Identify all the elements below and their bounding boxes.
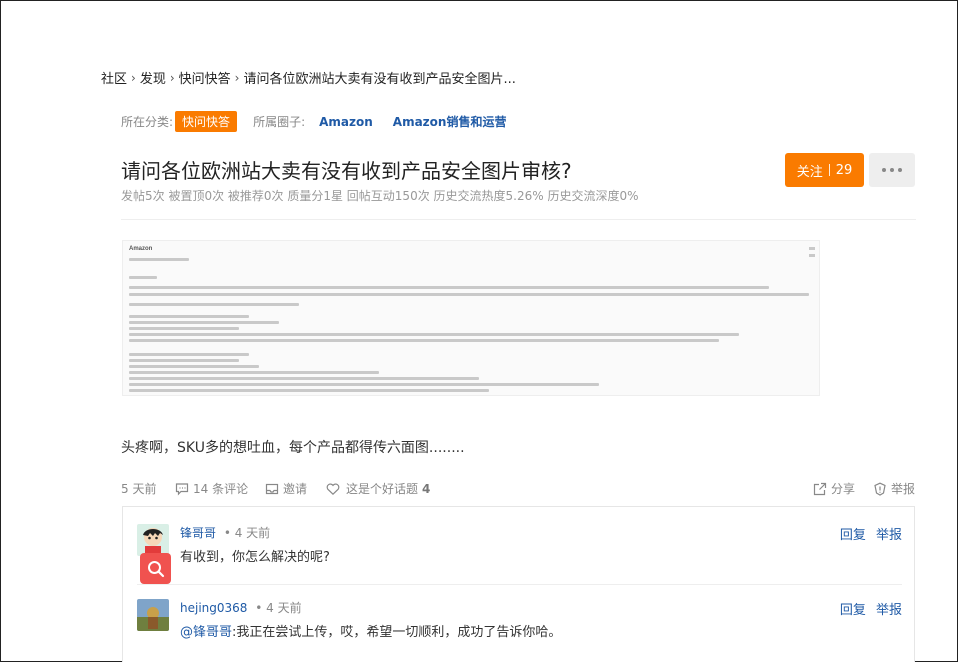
post-title: 请问各位欧洲站大卖有没有收到产品安全图片审核?	[121, 159, 572, 183]
breadcrumb-current: 请问各位欧洲站大卖有没有收到产品安全图片...	[243, 72, 516, 87]
comment-ops: 回复 举报	[834, 599, 902, 618]
image-line	[129, 327, 239, 330]
comments-button[interactable]: 14 条评论	[175, 480, 248, 497]
comment-username[interactable]: 锋哥哥	[180, 526, 216, 540]
post-actions: 5 天前 14 条评论 邀请 这是个好话题 4 分享 举报	[121, 480, 916, 497]
image-heading: Amazon	[129, 246, 153, 252]
report-shield-icon	[874, 482, 886, 496]
comment-text: 有收到，你怎么解决的呢?	[180, 550, 330, 565]
post-time: 5 天前	[121, 480, 156, 497]
share-label: 分享	[831, 482, 856, 496]
follow-divider	[828, 164, 830, 176]
more-options-button[interactable]	[869, 153, 915, 187]
image-line	[129, 365, 259, 368]
good-topic-button[interactable]: 这是个好话题 4	[326, 480, 430, 497]
image-line	[129, 339, 719, 342]
breadcrumb: 社区 › 发现 › 快问快答 › 请问各位欧洲站大卖有没有收到产品安全图片...	[101, 68, 516, 88]
avatar-cartoon-icon	[137, 524, 169, 556]
dot-icon	[882, 168, 886, 172]
dot-icon	[898, 168, 902, 172]
comment-divider	[137, 584, 902, 585]
mail-icon	[265, 483, 279, 494]
header-divider	[121, 219, 916, 220]
image-line	[129, 353, 249, 356]
comments-panel: 锋哥哥 • 4 天前 有收到，你怎么解决的呢? 回复 举报 hejing0368	[122, 506, 915, 662]
category-tag[interactable]: 快问快答	[175, 111, 238, 132]
comment-text: @锋哥哥:我正在尝试上传，哎，希望一切顺利，成功了告诉你哈。	[180, 621, 561, 640]
page-frame: 社区 › 发现 › 快问快答 › 请问各位欧洲站大卖有没有收到产品安全图片...…	[0, 0, 958, 662]
search-icon	[147, 560, 164, 577]
breadcrumb-community[interactable]: 社区	[101, 68, 127, 87]
heart-icon	[326, 482, 340, 495]
image-line	[809, 247, 815, 250]
comment-time: • 4 天前	[255, 601, 302, 615]
comment-mention[interactable]: @锋哥哥	[180, 625, 232, 640]
comment-time: • 4 天前	[223, 526, 271, 540]
good-topic-count: 4	[422, 481, 431, 496]
reply-button[interactable]: 回复	[840, 528, 866, 543]
avatar[interactable]	[137, 524, 169, 556]
post-body: 头疼啊，SKU多的想吐血，每个产品都得传六面图........	[121, 440, 465, 456]
author-stats: 发帖5次 被置顶0次 被推荐0次 质量分1星 回帖互动150次 历史交流热度5.…	[121, 189, 639, 203]
share-button[interactable]: 分享	[813, 480, 855, 497]
image-line	[129, 293, 809, 296]
avatar-photo-icon	[137, 599, 169, 631]
good-topic-label: 这是个好话题	[346, 482, 419, 496]
circle-link-amazon[interactable]: Amazon	[319, 115, 373, 129]
comment-ops: 回复 举报	[834, 524, 902, 543]
share-icon	[813, 482, 827, 495]
reply-button[interactable]: 回复	[840, 603, 866, 618]
circle-label: 所属圈子:	[253, 115, 306, 129]
invite-button[interactable]: 邀请	[265, 480, 307, 497]
report-comment-button[interactable]: 举报	[876, 528, 902, 543]
post-image[interactable]: Amazon	[122, 240, 820, 396]
comment-text-body: :我正在尝试上传，哎，希望一切顺利，成功了告诉你哈。	[232, 625, 562, 640]
image-line	[129, 286, 769, 289]
report-label: 举报	[891, 482, 916, 496]
image-line	[129, 321, 279, 324]
report-comment-button[interactable]: 举报	[876, 603, 902, 618]
breadcrumb-separator: ›	[131, 70, 136, 85]
breadcrumb-separator: ›	[234, 70, 240, 85]
breadcrumb-qa[interactable]: 快问快答	[179, 68, 231, 87]
follow-button[interactable]: 关注 29	[785, 153, 864, 187]
image-line	[129, 276, 157, 279]
category-label: 所在分类:	[121, 115, 174, 129]
comment-header: hejing0368 • 4 天前	[180, 599, 302, 616]
image-line	[129, 377, 479, 380]
comment-icon	[175, 482, 189, 495]
follow-label: 关注	[796, 164, 823, 180]
image-line	[129, 371, 379, 374]
breadcrumb-discover[interactable]: 发现	[140, 68, 166, 87]
image-line	[129, 303, 299, 306]
avatar[interactable]	[137, 599, 169, 631]
dot-icon	[890, 168, 894, 172]
image-line	[129, 315, 249, 318]
image-line	[129, 333, 739, 336]
comment-username[interactable]: hejing0368	[180, 601, 247, 615]
comment-header: 锋哥哥 • 4 天前	[180, 524, 270, 541]
follow-count: 29	[835, 162, 853, 178]
breadcrumb-separator: ›	[169, 70, 175, 85]
post-time-text: 5 天前	[121, 482, 157, 496]
image-line	[129, 359, 239, 362]
image-line	[129, 383, 599, 386]
post-meta-row: 所在分类: 快问快答 所属圈子: Amazon Amazon销售和运营	[121, 111, 506, 132]
image-line	[129, 258, 189, 261]
circle-link-amazon-sales[interactable]: Amazon销售和运营	[393, 113, 507, 130]
report-button[interactable]: 举报	[873, 480, 915, 497]
invite-label: 邀请	[283, 482, 308, 496]
comments-count: 14 条评论	[193, 482, 249, 496]
image-line	[809, 254, 815, 257]
floating-search-button[interactable]	[140, 553, 171, 584]
image-line	[129, 389, 489, 392]
